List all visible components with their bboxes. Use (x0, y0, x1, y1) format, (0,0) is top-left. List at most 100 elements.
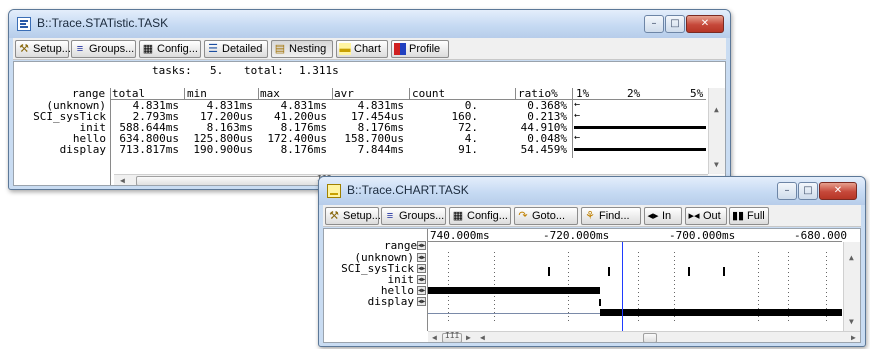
systick-event (608, 267, 610, 276)
minimize-button[interactable]: – (644, 15, 664, 33)
setup-button[interactable]: ⚒ Setup... (15, 40, 71, 58)
profile-label: Profile (409, 43, 441, 55)
groups-button[interactable]: ≡ Groups... (71, 40, 136, 58)
detailed-label: Detailed (222, 43, 263, 55)
find-label: Find... (599, 210, 630, 222)
find-button[interactable]: ⚘ Find... (581, 207, 641, 225)
zoom-out-button[interactable]: ▸◂ Out (685, 207, 727, 225)
systick-event (723, 267, 725, 276)
zoom-out-icon: ▸◂ (688, 210, 700, 222)
scroll-right-icon[interactable]: ▶ (851, 334, 856, 342)
scroll-left-icon[interactable]: ◀ (480, 334, 485, 342)
scroll-right-icon[interactable]: ▶ (466, 334, 471, 342)
display-bar (600, 309, 842, 316)
goto-button[interactable]: ↷ Goto... (514, 207, 578, 225)
nesting-label: Nesting (289, 43, 327, 55)
cell-ratio: 54.459% (520, 143, 567, 156)
scale-2pct: 2% (627, 87, 641, 100)
profile-button[interactable]: Profile (391, 40, 449, 58)
groups-icon: ≡ (76, 43, 84, 55)
wrench-icon: ⚒ (329, 210, 339, 222)
chart-window-title: B::Trace.CHART.TASK (347, 183, 469, 197)
find-icon: ⚘ (585, 210, 595, 222)
expand-row-icon[interactable]: ◀▶ (417, 253, 426, 262)
minimize-button[interactable]: – (777, 182, 797, 200)
zoom-in-label: In (662, 210, 672, 222)
total-label: total: (244, 64, 284, 77)
zoom-in-icon: ◂▸ (647, 210, 659, 222)
statistic-vertical-scrollbar[interactable]: ▲ ▼ (708, 88, 725, 174)
tasks-value: 5. (210, 64, 224, 77)
setup-label: Setup... (343, 210, 381, 222)
nesting-icon: ▤ (274, 43, 286, 55)
expand-row-icon[interactable]: ◀▶ (417, 275, 426, 284)
maximize-button[interactable]: □ (798, 182, 818, 200)
nesting-button[interactable]: ▤ Nesting (271, 40, 333, 58)
chart-plot (428, 242, 842, 331)
col-min-header[interactable]: min (187, 88, 207, 99)
config-button[interactable]: ▦ Config... (139, 40, 201, 58)
chart-area: range (unknown) ◀▶ SCI_sysTick ◀▶ init ◀▶ hell… (323, 228, 861, 343)
trace-window-icon (17, 17, 31, 31)
systick-event (688, 267, 690, 276)
close-button[interactable]: ✕ (819, 182, 857, 200)
chart-row-label[interactable]: display (368, 296, 414, 307)
statistic-titlebar[interactable]: B::Trace.STATistic.TASK – □ ✕ (9, 10, 730, 38)
groups-label: Groups... (399, 210, 445, 222)
expand-row-icon[interactable]: ◀▶ (417, 297, 426, 306)
time-label-0: 740.000ms (430, 229, 490, 242)
close-button[interactable]: ✕ (686, 15, 724, 33)
goto-icon: ↷ (518, 210, 528, 222)
ratio-bar (574, 148, 706, 151)
statistic-window-title: B::Trace.STATistic.TASK (37, 16, 169, 30)
chart-horizontal-scrollbar[interactable]: ◀ III ▶ ◀ ▶ (428, 331, 860, 342)
scroll-left-icon[interactable]: ◀ (432, 334, 437, 342)
config-icon: ▦ (142, 43, 154, 55)
hello-event (599, 299, 601, 306)
scroll-grip: III (445, 331, 460, 340)
col-avr-header[interactable]: avr (334, 88, 354, 99)
maximize-button[interactable]: □ (665, 15, 685, 33)
scroll-down-icon[interactable]: ▼ (714, 161, 719, 169)
zoom-full-button[interactable]: ▮▮ Full (729, 207, 769, 225)
cell-total: 713.817ms (119, 143, 179, 156)
chart-window-icon (327, 184, 341, 198)
config-button[interactable]: ▦ Config... (449, 207, 511, 225)
init-bar (428, 287, 600, 294)
groups-label: Groups... (89, 43, 135, 55)
time-label-1: -720.000ms (543, 229, 610, 242)
scroll-up-icon[interactable]: ▲ (849, 254, 854, 262)
chart-titlebar[interactable]: B::Trace.CHART.TASK – □ ✕ (319, 177, 865, 205)
time-scroll-thumb[interactable] (643, 333, 657, 342)
col-count-header[interactable]: count (412, 88, 445, 99)
col-range-header[interactable]: range (72, 88, 105, 99)
expand-range-icon[interactable]: ◀▶ (417, 241, 426, 250)
expand-row-icon[interactable]: ◀▶ (417, 286, 426, 295)
cell-range: display (59, 143, 106, 156)
expand-row-icon[interactable]: ◀▶ (417, 264, 426, 273)
zoom-in-button[interactable]: ◂▸ In (644, 207, 682, 225)
zoom-out-label: Out (703, 210, 721, 222)
detailed-button[interactable]: ☰ Detailed (204, 40, 268, 58)
setup-button[interactable]: ⚒ Setup... (325, 207, 381, 225)
scroll-up-icon[interactable]: ▲ (714, 106, 719, 114)
ratio-bar: ← (574, 99, 581, 110)
scale-5pct: 5% (690, 87, 704, 100)
statistic-table-area: tasks: 5. total: 1.311s range total min … (13, 61, 726, 186)
chart-button[interactable]: ▬ Chart (336, 40, 388, 58)
ratio-bar: ← (574, 110, 581, 121)
ratio-bar (574, 126, 706, 129)
scroll-down-icon[interactable]: ▼ (849, 318, 854, 326)
chart-label: Chart (354, 43, 381, 55)
scroll-left-icon[interactable]: ◀ (120, 177, 125, 185)
col-total-header[interactable]: total (112, 88, 145, 99)
time-cursor (622, 242, 623, 331)
systick-event (548, 267, 550, 276)
range-divider (110, 158, 111, 185)
total-value: 1.311s (299, 64, 339, 77)
groups-button[interactable]: ≡ Groups... (381, 207, 446, 225)
col-max-header[interactable]: max (260, 88, 280, 99)
col-ratio-header[interactable]: ratio% (518, 88, 558, 99)
goto-label: Goto... (532, 210, 566, 222)
chart-vertical-scrollbar[interactable]: ▲ ▼ (843, 242, 860, 331)
